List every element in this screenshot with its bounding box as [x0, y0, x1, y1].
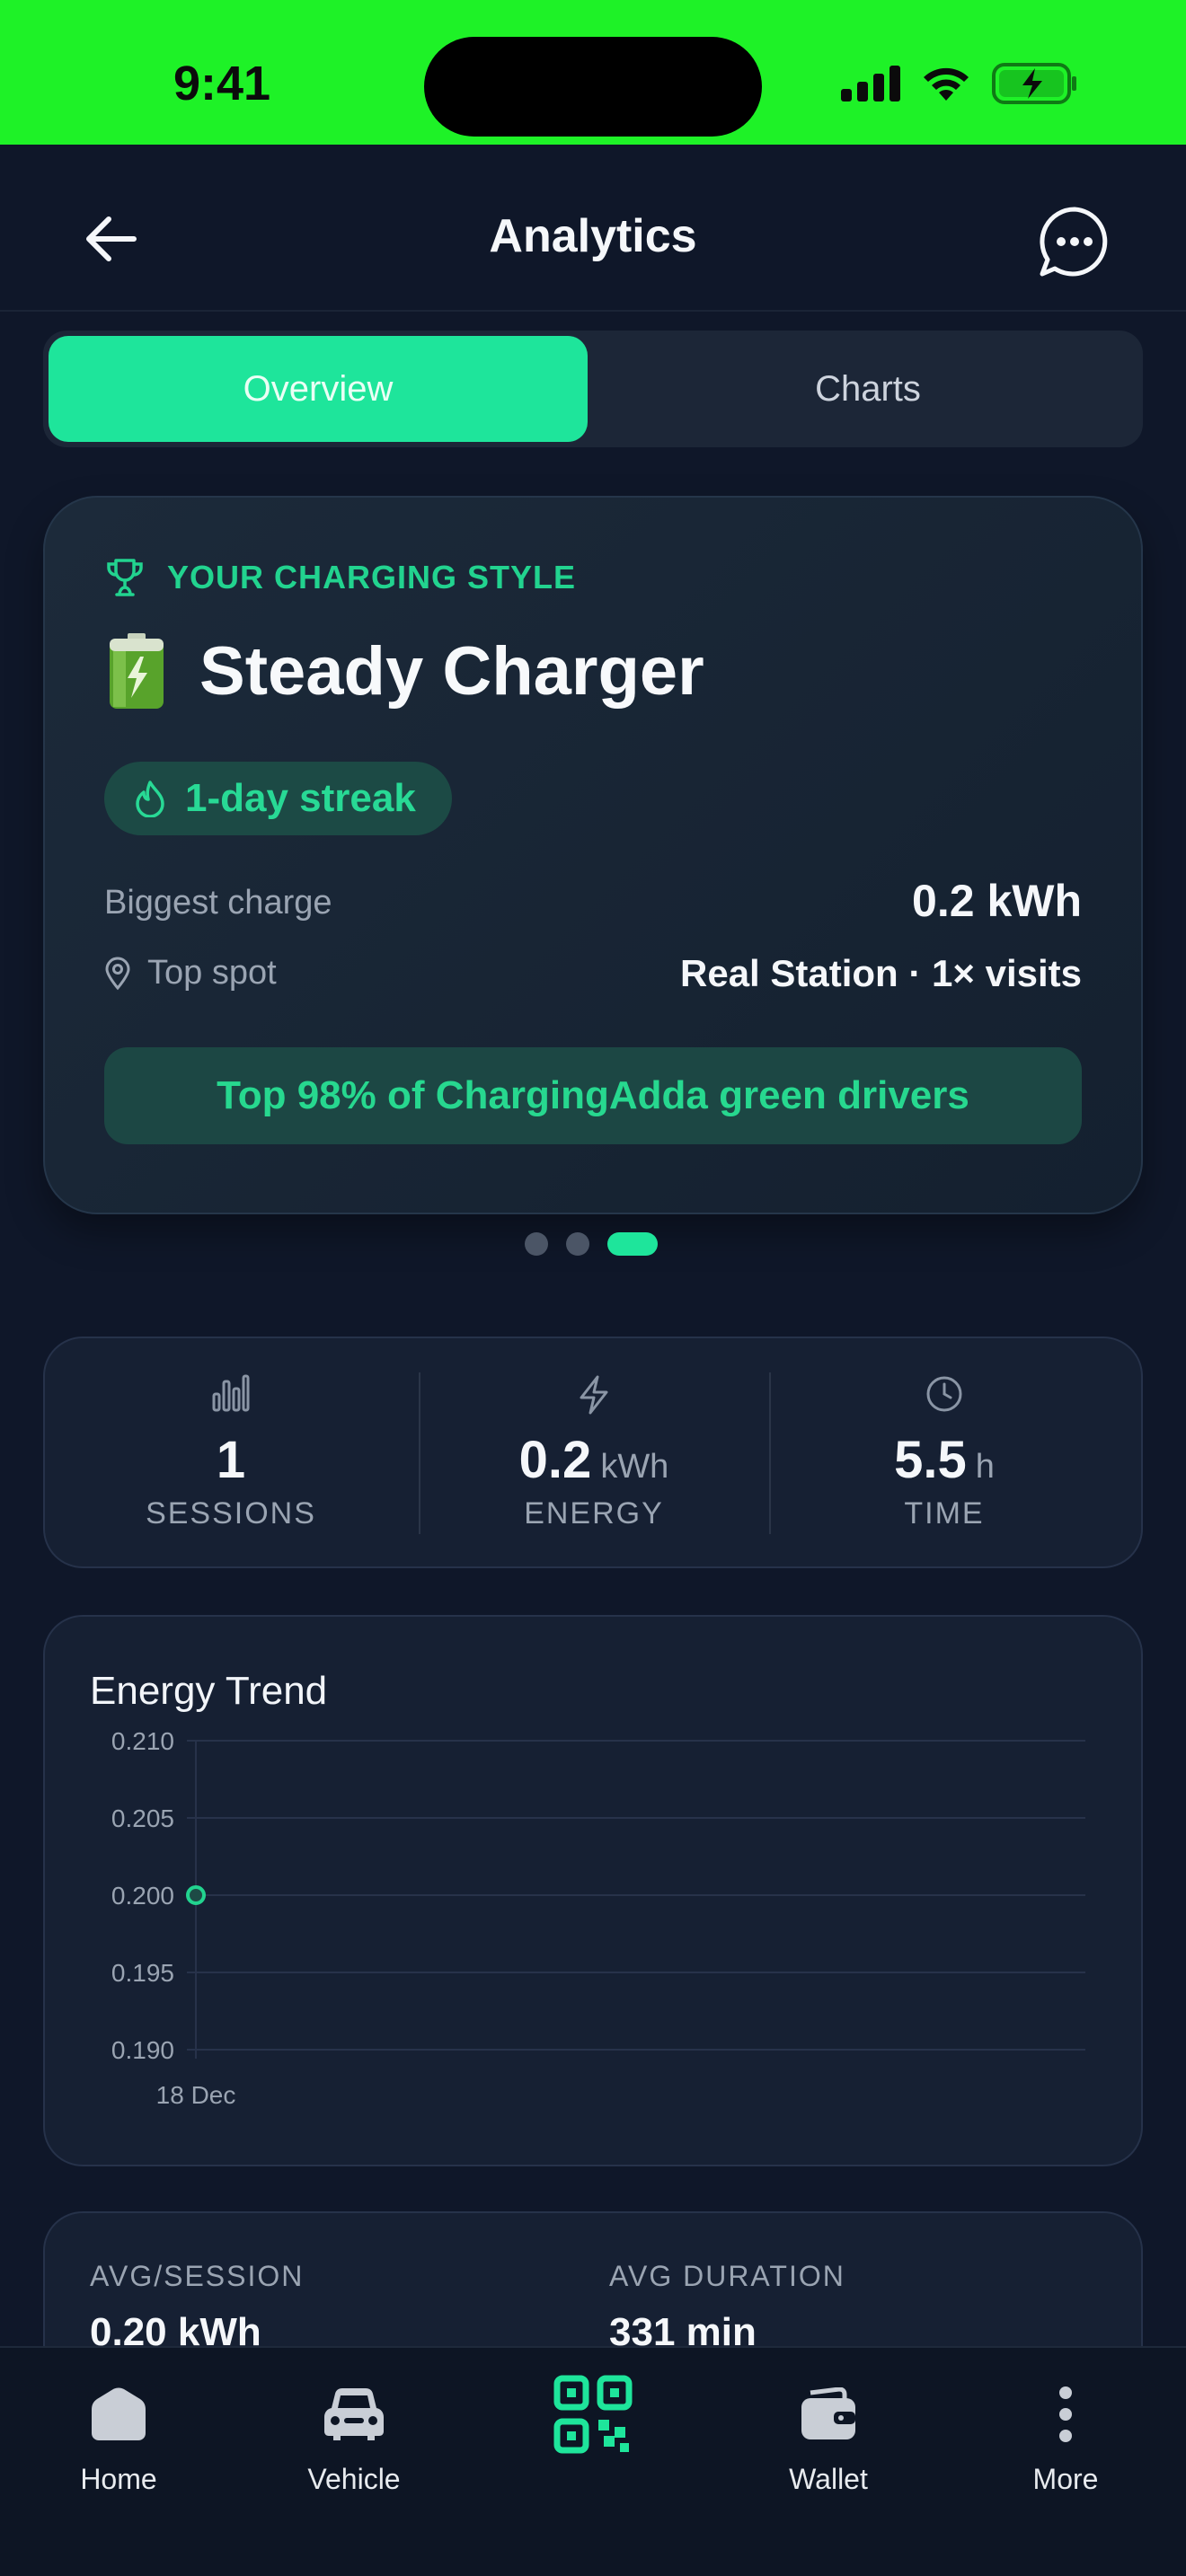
energy-stat: 0.2 kWh ENERGY	[419, 1338, 769, 1570]
nav-home[interactable]: Home	[29, 2371, 208, 2496]
biggest-charge-value: 0.2 kWh	[912, 876, 1082, 926]
style-label-row: YOUR CHARGING STYLE	[104, 557, 576, 598]
carousel-dot-active[interactable]	[607, 1232, 658, 1256]
clock-icon	[926, 1376, 962, 1412]
wifi-icon	[924, 67, 969, 101]
style-label: YOUR CHARGING STYLE	[167, 559, 577, 595]
carousel-dot[interactable]	[525, 1232, 548, 1256]
car-icon	[324, 2388, 384, 2440]
style-name: Steady Charger	[199, 633, 704, 710]
trophy-icon	[107, 559, 143, 596]
battery-charging-icon	[992, 63, 1076, 104]
bottom-nav: Home Vehicle Wallet More	[0, 2346, 1186, 2576]
status-bar: 9:41	[0, 0, 1186, 145]
bar-chart-icon	[212, 1374, 250, 1412]
status-time: 9:41	[173, 57, 271, 110]
nav-wallet[interactable]: Wallet	[739, 2371, 918, 2496]
chat-button[interactable]	[1037, 204, 1112, 279]
nav-more-label: More	[1032, 2463, 1099, 2495]
sessions-value: 1	[216, 1431, 246, 1489]
wallet-icon	[801, 2387, 855, 2439]
avg-session-label: AVG/SESSION	[90, 2260, 305, 2292]
data-point[interactable]	[186, 1885, 206, 1905]
nav-wallet-label: Wallet	[789, 2463, 868, 2495]
qr-code-icon	[553, 2375, 633, 2454]
rank-banner: Top 98% of ChargingAdda green drivers	[104, 1047, 1082, 1144]
y-tick-label: 0.200	[111, 1882, 174, 1910]
lightning-icon	[580, 1375, 608, 1415]
sessions-stat: 1 SESSIONS	[56, 1338, 406, 1570]
sessions-caption: SESSIONS	[146, 1496, 316, 1531]
nav-vehicle[interactable]: Vehicle	[264, 2371, 444, 2496]
y-tick-label: 0.190	[111, 2036, 174, 2064]
nav-scan[interactable]	[503, 2371, 683, 2463]
flame-icon	[136, 781, 164, 817]
streak-text: 1-day streak	[185, 776, 416, 820]
top-spot-value: Real Station · 1× visits	[680, 952, 1082, 994]
top-spot-label: Top spot	[104, 954, 277, 992]
tab-overview[interactable]: Overview	[49, 336, 588, 442]
signal-icon	[841, 66, 900, 101]
stats-summary-card: 1 SESSIONS 0.2 kWh ENERGY 5.5 h TIME	[43, 1337, 1143, 1568]
y-tick-label: 0.195	[111, 1959, 174, 1987]
energy-trend-card: Energy Trend 0.210 0.205 0.200 0.195 0.190 18…	[43, 1615, 1143, 2166]
carousel-dot[interactable]	[566, 1232, 589, 1256]
biggest-charge-label-text: Biggest charge	[104, 884, 332, 922]
battery-icon	[110, 632, 164, 709]
tab-charts[interactable]: Charts	[598, 336, 1137, 442]
dynamic-island	[424, 37, 762, 137]
status-icons	[841, 63, 1078, 104]
time-caption: TIME	[904, 1496, 985, 1531]
home-icon	[92, 2387, 146, 2440]
energy-caption: ENERGY	[524, 1496, 664, 1531]
style-name-row: Steady Charger	[108, 632, 704, 710]
carousel-pagination	[525, 1232, 658, 1256]
time-stat: 5.5 h TIME	[769, 1338, 1120, 1570]
streak-badge: 1-day streak	[104, 762, 452, 835]
charging-style-card[interactable]: YOUR CHARGING STYLE Steady Charger 1-day…	[43, 496, 1143, 1214]
biggest-charge-label: Biggest charge	[104, 884, 332, 922]
location-pin-icon	[105, 957, 130, 990]
time-value: 5.5 h	[894, 1431, 995, 1489]
nav-more[interactable]: More	[976, 2371, 1155, 2496]
avg-duration-label: AVG DURATION	[609, 2260, 845, 2292]
page-title: Analytics	[489, 210, 697, 262]
nav-home-label: Home	[80, 2463, 157, 2495]
y-tick-label: 0.210	[111, 1727, 174, 1755]
energy-value: 0.2 kWh	[518, 1431, 669, 1489]
nav-vehicle-label: Vehicle	[307, 2463, 401, 2495]
app-header: Analytics	[0, 145, 1186, 312]
top-spot-label-text: Top spot	[147, 954, 277, 992]
x-tick-label: 18 Dec	[156, 2081, 236, 2109]
tab-bar: Overview Charts	[43, 331, 1143, 447]
y-tick-label: 0.205	[111, 1804, 174, 1832]
chat-bubble-icon	[1040, 207, 1108, 277]
more-icon	[1059, 2386, 1072, 2442]
energy-trend-chart: 0.210 0.205 0.200 0.195 0.190 18 Dec	[111, 1727, 1085, 2109]
